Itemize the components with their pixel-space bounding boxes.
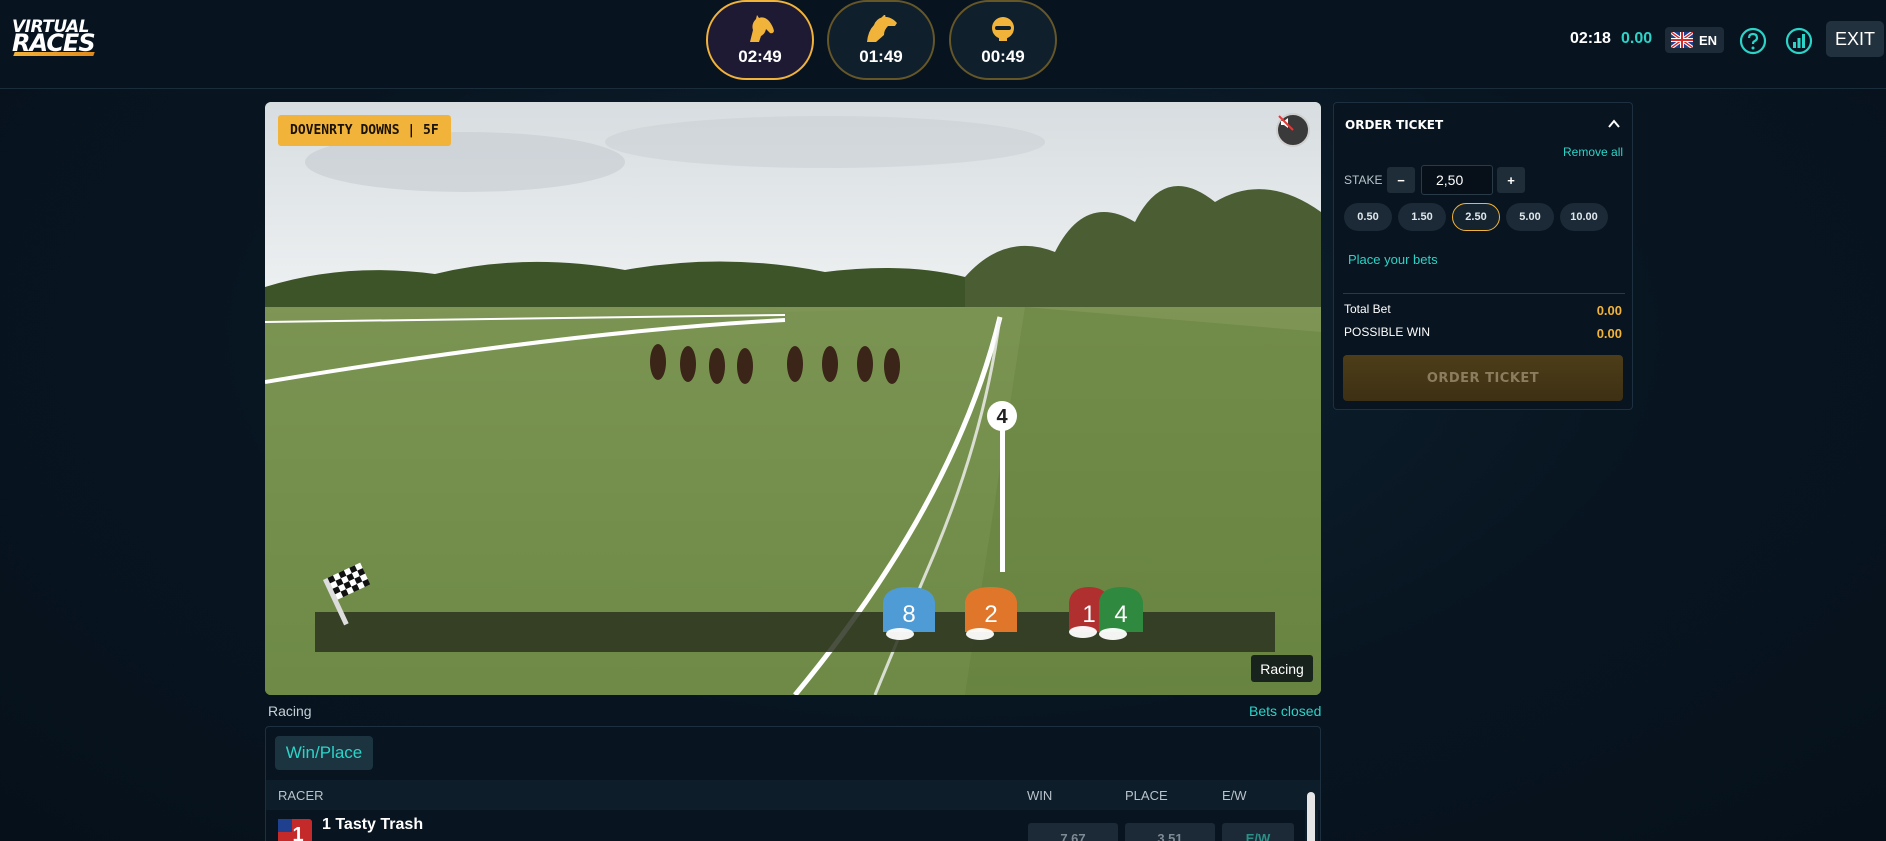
place-bets-hint: Place your bets — [1348, 252, 1438, 267]
greyhound-head-icon — [864, 13, 898, 45]
divider — [1343, 293, 1625, 294]
order-ticket-panel: ORDER TICKET Remove all STAKE − + 0.50 1… — [1333, 102, 1633, 410]
svg-text:8: 8 — [902, 601, 915, 628]
total-bet-label: Total Bet — [1344, 302, 1391, 316]
svg-text:2: 2 — [984, 601, 997, 628]
possible-win-value: 0.00 — [1596, 326, 1622, 341]
chevron-up-icon[interactable] — [1607, 117, 1621, 131]
each-way-button[interactable]: E/W — [1222, 823, 1294, 841]
scrollbar-thumb[interactable] — [1307, 792, 1315, 841]
logo-stripe — [13, 52, 95, 56]
race-status-badge: Racing — [1251, 655, 1313, 682]
race-time: 02:49 — [738, 47, 782, 66]
logo-line2: RACES — [12, 29, 96, 57]
stake-chip-selected[interactable]: 2.50 — [1452, 203, 1500, 231]
possible-win-label: POSSIBLE WIN — [1344, 325, 1431, 339]
svg-text:4: 4 — [1114, 601, 1127, 628]
market-table-header: RACER WIN PLACE E/W — [266, 780, 1320, 810]
total-bet-value: 0.00 — [1596, 303, 1622, 318]
uk-flag-icon — [1671, 32, 1693, 48]
balance: 0.00 — [1621, 30, 1653, 47]
racer-name: 1 Tasty Trash — [322, 816, 424, 833]
stake-chip[interactable]: 10.00 — [1560, 203, 1608, 231]
market-panel: Win/Place RACER WIN PLACE E/W 1 1 Tasty … — [265, 726, 1321, 841]
column-win: WIN — [1027, 788, 1053, 803]
mute-button[interactable] — [1276, 113, 1310, 147]
language-code: EN — [1699, 32, 1718, 48]
virtual-races-logo[interactable]: VIRTUAL RACES — [12, 18, 102, 58]
exit-button[interactable]: EXIT — [1826, 21, 1884, 57]
remove-all-link[interactable]: Remove all — [1563, 145, 1623, 159]
market-scrollbar[interactable] — [1305, 780, 1318, 841]
speaker-muted-icon — [1278, 115, 1294, 131]
track-label: DOVENRTY DOWNS | 5F — [278, 115, 451, 146]
ticket-title: ORDER TICKET — [1345, 118, 1444, 132]
stake-chip[interactable]: 5.00 — [1506, 203, 1554, 231]
horse-head-icon — [744, 13, 776, 45]
column-ew: E/W — [1222, 788, 1247, 803]
statistics-icon[interactable] — [1785, 27, 1813, 55]
clock: 02:18 — [1570, 30, 1611, 47]
race-video: 4 8 2 1 4 DOVENRTY DOWNS | 5F Racing — [265, 102, 1321, 695]
runner-token-4: 4 — [1099, 587, 1143, 632]
jockey-helmet-icon — [990, 13, 1016, 45]
stake-decrease-button[interactable]: − — [1387, 167, 1415, 193]
race-time: 01:49 — [859, 47, 903, 66]
column-place: PLACE — [1125, 788, 1168, 803]
svg-text:1: 1 — [292, 824, 303, 841]
svg-text:1: 1 — [1082, 601, 1095, 628]
stake-input[interactable] — [1421, 165, 1493, 195]
race-pill-horse[interactable]: 02:49 — [706, 0, 814, 80]
stake-chip[interactable]: 0.50 — [1344, 203, 1392, 231]
language-selector[interactable]: EN — [1665, 27, 1724, 53]
runner-token-8: 8 — [883, 587, 935, 632]
tab-win-place[interactable]: Win/Place — [275, 736, 373, 770]
column-racer: RACER — [278, 788, 324, 803]
stake-increase-button[interactable]: + — [1497, 167, 1525, 193]
table-row: 1 1 Tasty Trash 7.67 3.51 E/W — [266, 811, 1320, 841]
race-pill-jockey[interactable]: 00:49 — [949, 0, 1057, 80]
race-time: 00:49 — [981, 47, 1025, 66]
stake-chip[interactable]: 1.50 — [1398, 203, 1446, 231]
order-ticket-button[interactable]: ORDER TICKET — [1343, 355, 1623, 401]
win-odds-button[interactable]: 7.67 — [1028, 823, 1118, 841]
runner-token-2: 2 — [965, 587, 1017, 632]
race-scene: 4 8 2 1 4 — [265, 102, 1321, 695]
help-icon[interactable] — [1739, 27, 1767, 55]
race-pill-greyhound[interactable]: 01:49 — [827, 0, 935, 80]
bets-status-text: Bets closed — [1249, 703, 1322, 719]
top-bar: VIRTUAL RACES 02:49 01:49 00:49 02:18 0.… — [0, 0, 1886, 89]
distance-marker: 4 — [996, 406, 1008, 428]
stake-label: STAKE — [1344, 173, 1383, 187]
race-status-text: Racing — [268, 703, 312, 719]
silk-icon: 1 — [278, 819, 312, 841]
place-odds-button[interactable]: 3.51 — [1125, 823, 1215, 841]
